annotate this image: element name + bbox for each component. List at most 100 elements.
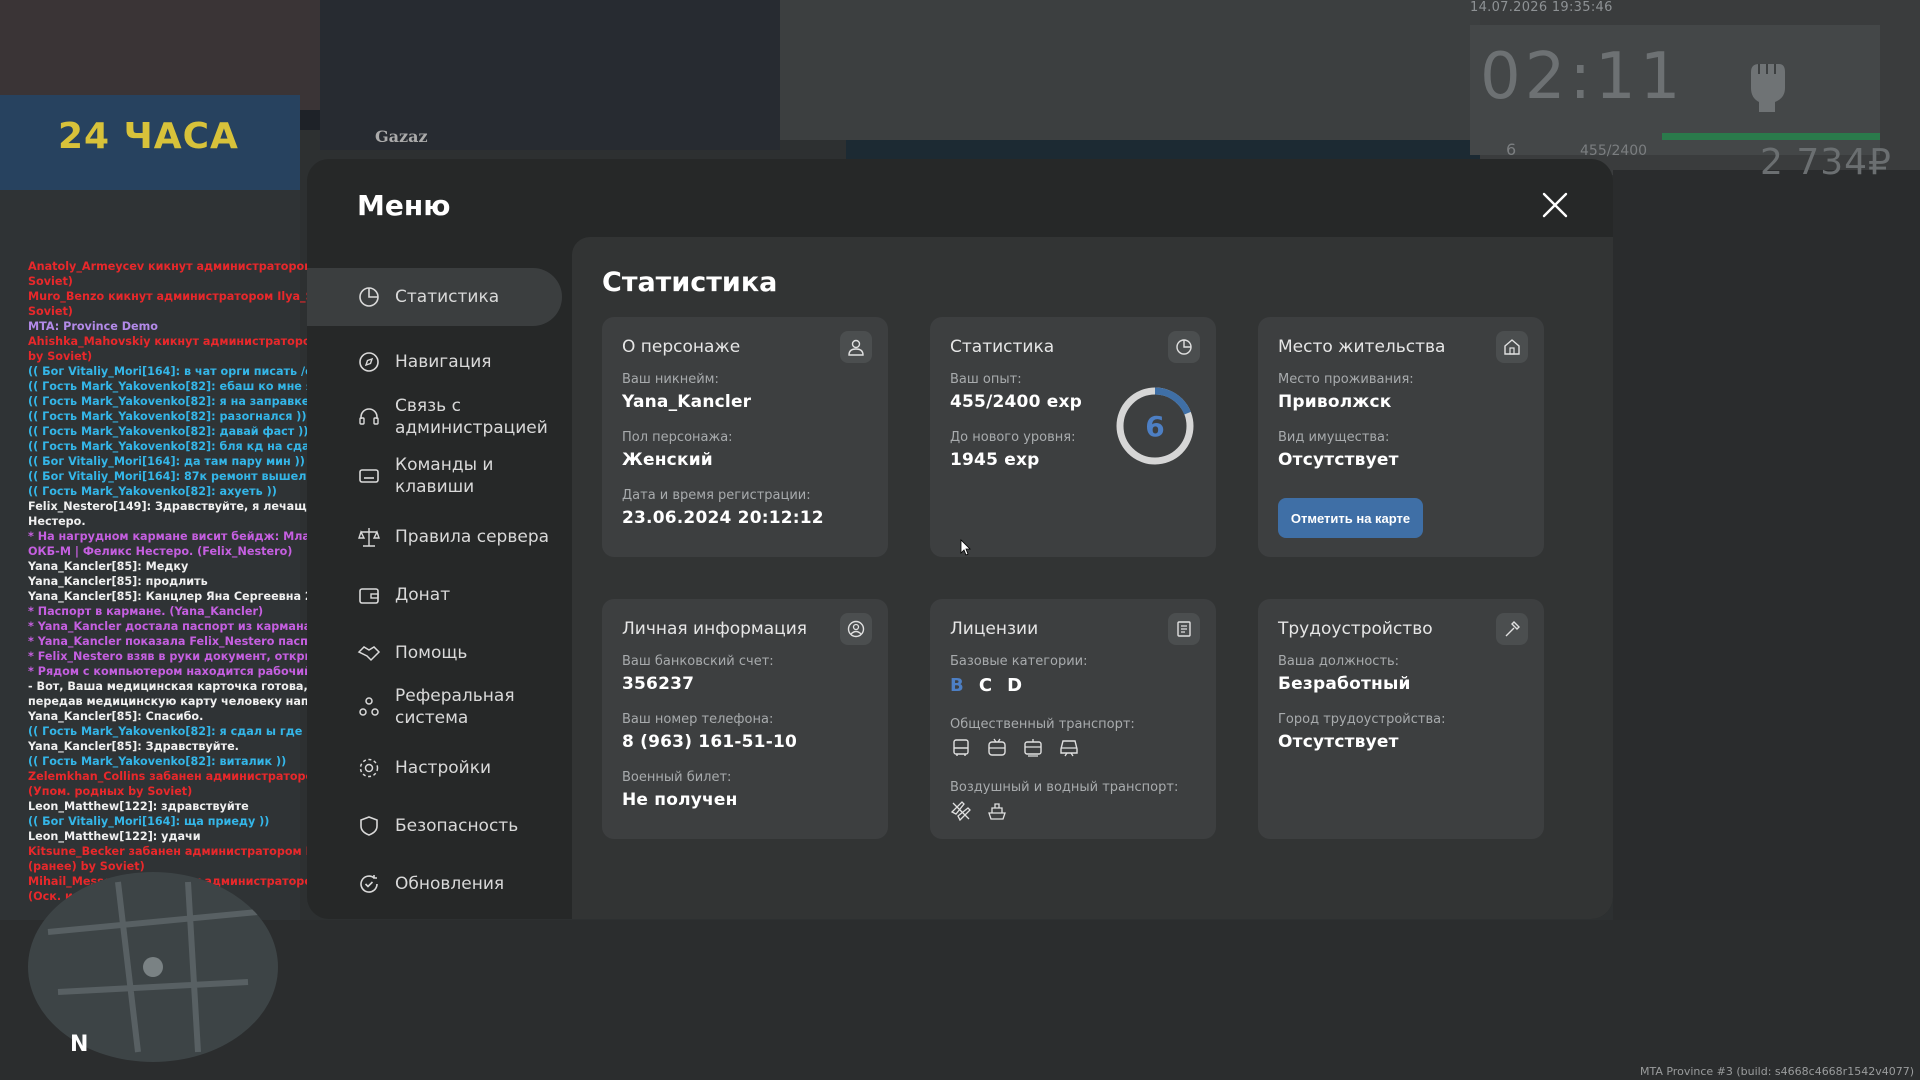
field-value: Приволжск xyxy=(1278,392,1392,412)
field-label: Ваш номер телефона: xyxy=(622,712,774,727)
field-label: Воздушный и водный транспорт: xyxy=(950,780,1179,795)
field-exp: Ваш опыт: 455/2400 exp xyxy=(950,372,1082,412)
nav-item-help[interactable]: Помощь xyxy=(307,631,562,675)
nav-item-label: Настройки xyxy=(395,758,492,778)
field-label: Военный билет: xyxy=(622,770,732,785)
keyboard-icon xyxy=(359,469,379,483)
field-phone: Ваш номер телефона: 8 (963) 161-51-10 xyxy=(622,712,797,752)
trolleybus-icon xyxy=(988,738,1006,756)
nav-item-navigation[interactable]: Навигация xyxy=(307,340,562,384)
boat-icon xyxy=(988,803,1006,820)
field-label: Пол персонажа: xyxy=(622,430,733,445)
field-registration: Дата и время регистрации: 23.06.2024 20:… xyxy=(622,488,824,528)
hud-money: 2 734₽ xyxy=(1760,142,1892,183)
mouse-cursor xyxy=(960,539,971,556)
nav-item-label: Помощь xyxy=(395,643,468,663)
handshake-icon xyxy=(357,646,381,662)
field-gender: Пол персонажа: Женский xyxy=(622,430,733,470)
card-licenses: Лицензии Базовые категории: B C D Общест… xyxy=(930,599,1216,839)
field-bank-account: Ваш банковский счет: 356237 xyxy=(622,654,774,694)
field-label: Ваш банковский счет: xyxy=(622,654,774,669)
document-icon xyxy=(1168,613,1200,645)
field-value: Не получен xyxy=(622,790,738,810)
field-label: Место проживания: xyxy=(1278,372,1414,387)
nav-item-admin-contact[interactable]: Связь с администрацией xyxy=(307,390,562,444)
card-title: О персонаже xyxy=(622,337,741,357)
field-label: Дата и время регистрации: xyxy=(622,488,811,503)
field-value: 356237 xyxy=(622,674,695,694)
close-icon[interactable] xyxy=(1539,189,1571,221)
license-category-b: B xyxy=(950,675,964,696)
headset-icon xyxy=(359,408,379,425)
home-icon xyxy=(1496,331,1528,363)
field-label: Ваш опыт: xyxy=(950,372,1022,387)
field-value: 455/2400 exp xyxy=(950,392,1082,412)
shop-sign: 24 ЧАСА xyxy=(58,116,239,157)
nav-item-label: Статистика xyxy=(395,287,500,307)
gear-icon xyxy=(359,758,379,778)
hud-clock: 02:11 xyxy=(1480,40,1685,114)
level-progress-ring: 6 xyxy=(1116,387,1194,465)
nav-item-rules[interactable]: Правила сервера xyxy=(307,515,562,559)
nav-item-commands[interactable]: Команды и клавиши xyxy=(307,449,562,503)
nav-item-label: Навигация xyxy=(395,352,492,372)
chart-pie-icon xyxy=(359,287,379,307)
nav-item-label: Донат xyxy=(395,585,451,605)
scales-icon xyxy=(358,528,380,547)
user-icon xyxy=(840,331,872,363)
field-value: 1945 exp xyxy=(950,450,1040,470)
field-base-categories: Базовые категории: B C D xyxy=(950,654,1088,696)
nav-item-label: Реферальная система xyxy=(395,686,515,728)
minimap xyxy=(28,872,278,1062)
minimap-roads xyxy=(47,881,259,1053)
statistics-panel: Статистика О персонаже Ваш никнейм: Yana… xyxy=(572,237,1613,919)
referral-icon xyxy=(359,697,379,716)
field-label: Город трудоустройства: xyxy=(1278,712,1446,727)
hud-datetime: 14.07.2026 19:35:46 xyxy=(1470,0,1613,15)
nav-item-settings[interactable]: Настройки xyxy=(307,746,562,790)
shield-icon xyxy=(360,816,378,836)
user-circle-icon xyxy=(840,613,872,645)
license-category-d: D xyxy=(1007,675,1023,696)
nav-item-label: Безопасность xyxy=(395,816,519,836)
field-value: Отсутствует xyxy=(1278,450,1399,470)
nav-item-security[interactable]: Безопасность xyxy=(307,804,562,848)
nav-item-label: Команды и клавиши xyxy=(395,455,494,497)
hud-level: 6 xyxy=(1506,140,1517,159)
air-water-transport-icons xyxy=(950,800,1008,822)
nav-item-referral[interactable]: Реферальная система xyxy=(307,680,562,734)
field-label: Ваша должность: xyxy=(1278,654,1400,669)
card-title: Личная информация xyxy=(622,619,808,639)
compass-icon xyxy=(359,352,379,372)
field-air-water-transport: Воздушный и водный транспорт: xyxy=(950,780,1178,795)
hammer-icon xyxy=(1496,613,1528,645)
field-value: Безработный xyxy=(1278,674,1411,694)
public-transport-icons xyxy=(950,737,1080,759)
train-icon xyxy=(1060,740,1078,757)
nav-item-label: Связь с администрацией xyxy=(395,396,548,438)
mark-on-map-button[interactable]: Отметить на карте xyxy=(1278,498,1423,538)
gazaz-sign: Gazaz xyxy=(375,127,428,146)
refresh-icon xyxy=(360,875,378,893)
nav-item-statistics[interactable]: Статистика xyxy=(307,268,562,326)
nav-item-label: Обновления xyxy=(395,874,505,894)
chart-pie-icon xyxy=(1168,331,1200,363)
wallet-icon xyxy=(359,588,379,604)
nav-item-label: Правила сервера xyxy=(395,527,550,547)
card-statistics: Статистика Ваш опыт: 455/2400 exp До нов… xyxy=(930,317,1216,557)
card-title: Статистика xyxy=(950,337,1055,357)
level-number: 6 xyxy=(1145,410,1164,443)
hud-exp: 455/2400 xyxy=(1580,143,1648,159)
field-label: До нового уровня: xyxy=(950,430,1076,445)
card-character: О персонаже Ваш никнейм: Yana_Kancler По… xyxy=(602,317,888,557)
nav-item-donate[interactable]: Донат xyxy=(307,573,562,617)
fist-icon xyxy=(1751,64,1785,112)
field-value: 23.06.2024 20:12:12 xyxy=(622,508,824,528)
nav-item-updates[interactable]: Обновления xyxy=(307,862,562,906)
field-nickname: Ваш никнейм: Yana_Kancler xyxy=(622,372,751,412)
tram-icon xyxy=(1024,739,1042,757)
card-title: Трудоустройство xyxy=(1278,619,1433,639)
field-military-id: Военный билет: Не получен xyxy=(622,770,738,810)
bus-icon xyxy=(953,739,969,756)
panel-title: Статистика xyxy=(602,267,778,298)
